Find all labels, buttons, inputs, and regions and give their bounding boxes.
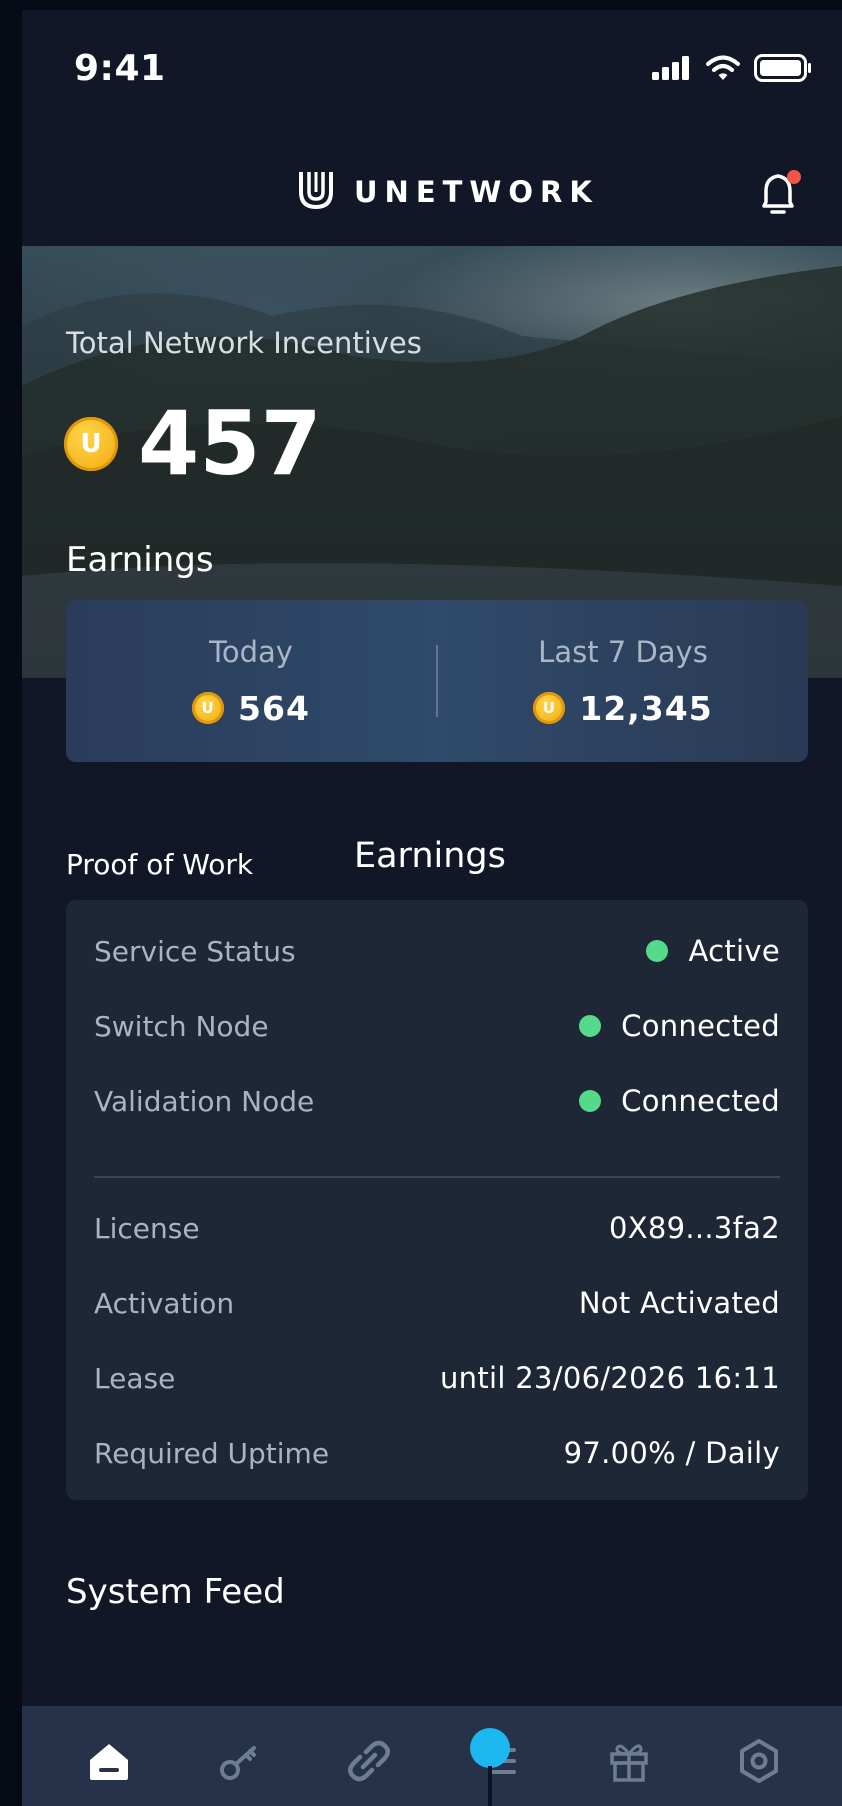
nav-settings[interactable]: [734, 1736, 784, 1786]
touch-indicator: [470, 1728, 510, 1768]
status-bar: 9:41: [22, 10, 842, 130]
bottom-nav: [22, 1706, 842, 1806]
link-icon: [348, 1740, 390, 1782]
status-dot-icon: [579, 1090, 602, 1112]
total-incentives: U 457: [64, 400, 322, 488]
key-icon: [220, 1746, 256, 1780]
earnings-today: Today U 564: [66, 600, 436, 762]
earnings-today-value: 564: [238, 688, 310, 728]
node-status-card: Service Status Active Switch Node Connec…: [66, 900, 808, 1500]
wifi-icon: [706, 55, 740, 85]
status-divider: [94, 1176, 780, 1178]
earnings-summary-card: Today U 564 Last 7 Days U 12,345: [66, 600, 808, 762]
phone-screen: 9:41 UNETWORK Total Network Incentives U…: [22, 10, 842, 1806]
lease-value: until 23/06/2026 16:11: [439, 1361, 780, 1395]
gift-icon: [610, 1744, 648, 1782]
license-label: License: [94, 1211, 200, 1245]
earnings-title: Earnings: [66, 540, 214, 580]
total-incentives-value: 457: [138, 392, 322, 495]
license-row: License 0X89...3fa2: [94, 1205, 780, 1251]
home-icon: [90, 1744, 128, 1780]
nav-link[interactable]: [344, 1736, 394, 1786]
activation-label: Activation: [94, 1286, 235, 1320]
system-feed-title: System Feed: [66, 1572, 285, 1612]
earnings-today-label: Today: [209, 634, 293, 669]
lease-row: Lease until 23/06/2026 16:11: [94, 1355, 780, 1401]
activation-value: Not Activated: [578, 1286, 780, 1320]
signal-icon: [652, 56, 692, 84]
required-uptime-row: Required Uptime 97.00% / Daily: [94, 1430, 780, 1476]
status-dot-icon: [646, 940, 669, 962]
notifications-button[interactable]: [752, 166, 808, 222]
required-uptime-label: Required Uptime: [94, 1436, 330, 1470]
status-time: 9:41: [74, 48, 166, 89]
earnings-today-amount: U 564: [192, 689, 310, 728]
proof-of-work-header: Proof of Work Earnings: [66, 830, 806, 890]
u-coin-icon: U: [192, 692, 225, 724]
required-uptime-value: 97.00% / Daily: [563, 1436, 780, 1470]
activation-row: Activation Not Activated: [94, 1280, 780, 1326]
battery-icon: [754, 54, 812, 86]
tab-proof-of-work[interactable]: Proof of Work: [66, 848, 253, 881]
nav-gift[interactable]: [604, 1736, 654, 1786]
validation-node-label: Validation Node: [94, 1084, 315, 1118]
status-dot-icon: [579, 1015, 602, 1037]
earnings-last7-value: 12,345: [579, 688, 713, 728]
earnings-last7-label: Last 7 Days: [538, 634, 708, 669]
switch-node-value: Connected: [579, 1009, 780, 1043]
service-status-row: Service Status Active: [94, 928, 780, 974]
validation-node-row: Validation Node Connected: [94, 1078, 780, 1124]
bell-icon: [762, 170, 801, 214]
nav-key[interactable]: [214, 1736, 264, 1786]
u-coin-icon: U: [64, 417, 118, 471]
total-incentives-label: Total Network Incentives: [66, 326, 422, 360]
lease-label: Lease: [94, 1361, 176, 1395]
settings-hex-icon: [740, 1739, 778, 1783]
tab-earnings[interactable]: Earnings: [354, 836, 506, 876]
brand-logo[interactable]: UNETWORK: [298, 170, 599, 214]
u-coin-icon: U: [533, 692, 566, 724]
earnings-last7: Last 7 Days U 12,345: [438, 600, 808, 762]
status-icons: [652, 54, 812, 86]
validation-node-text: Connected: [621, 1084, 780, 1118]
switch-node-row: Switch Node Connected: [94, 1003, 780, 1049]
app-header: UNETWORK: [22, 130, 842, 256]
service-status-value: Active: [646, 934, 780, 968]
switch-node-text: Connected: [621, 1009, 780, 1043]
service-status-label: Service Status: [94, 934, 296, 968]
earnings-last7-amount: U 12,345: [533, 689, 712, 728]
service-status-text: Active: [688, 934, 780, 968]
brand-name: UNETWORK: [354, 175, 599, 209]
touch-indicator-stem: [488, 1766, 492, 1806]
switch-node-label: Switch Node: [94, 1009, 269, 1043]
unetwork-logo-icon: [298, 170, 334, 214]
validation-node-value: Connected: [579, 1084, 780, 1118]
license-value[interactable]: 0X89...3fa2: [609, 1211, 780, 1245]
nav-home[interactable]: [84, 1736, 134, 1786]
